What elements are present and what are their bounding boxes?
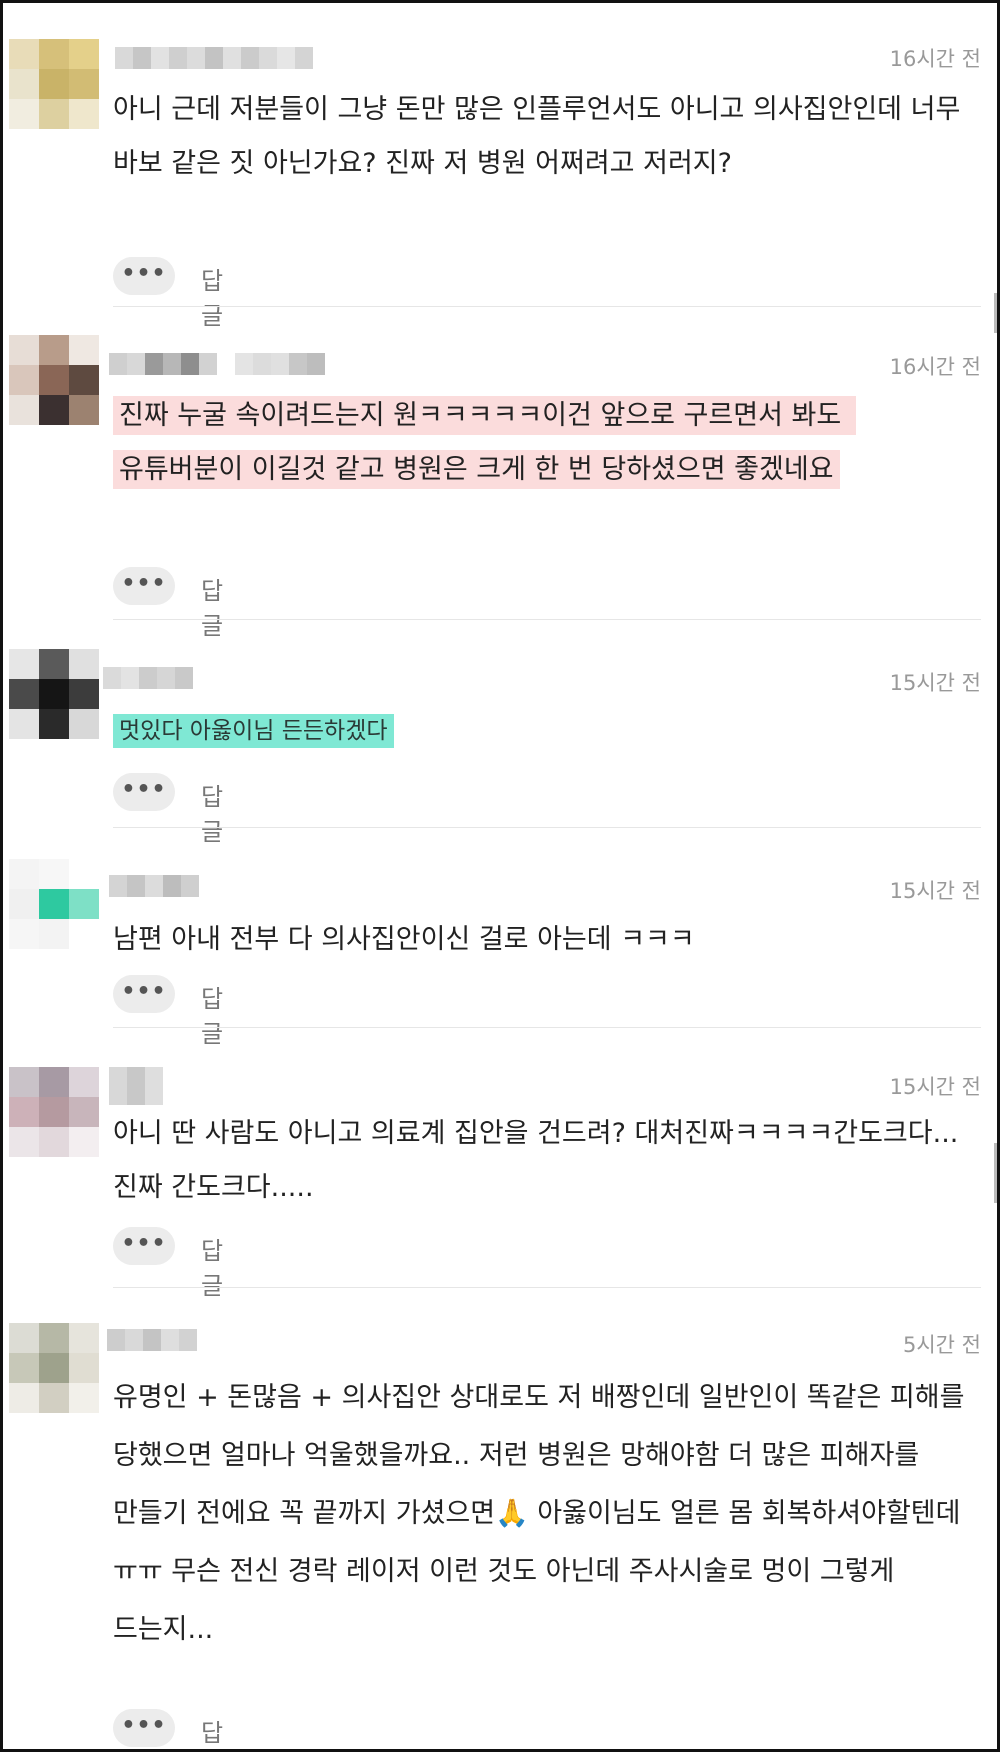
- reply-button[interactable]: 답글: [201, 979, 223, 1049]
- nickname-blurred[interactable]: [109, 875, 199, 897]
- comment-time: 15시간 전: [889, 1075, 981, 1099]
- comment-text: 아니 근데 저분들이 그냥 돈만 많은 인플루언서도 아니고 의사집안인데 너무…: [113, 94, 969, 179]
- more-options-button[interactable]: •••: [113, 567, 175, 605]
- avatar[interactable]: [9, 859, 99, 949]
- avatar[interactable]: [9, 649, 99, 739]
- comment-text: 진짜 누굴 속이려드는지 원ㅋㅋㅋㅋㅋ이건 앞으로 구르면서 봐도 유튜버분이 …: [113, 389, 973, 497]
- more-options-button[interactable]: •••: [113, 257, 175, 295]
- comment-time: 5시간 전: [903, 1333, 981, 1357]
- divider: [113, 1287, 981, 1288]
- comment-list: 16시간 전 아니 근데 저분들이 그냥 돈만 많은 인플루언서도 아니고 의사…: [0, 0, 1000, 1752]
- divider: [113, 1027, 981, 1028]
- nickname-blurred[interactable]: [109, 1067, 179, 1105]
- more-options-button[interactable]: •••: [113, 773, 175, 811]
- reply-button[interactable]: 답글: [201, 777, 223, 847]
- comment-text: 남편 아내 전부 다 의사집안이신 걸로 아는데 ㅋㅋㅋ: [113, 924, 695, 955]
- reply-button[interactable]: 답글: [201, 1231, 223, 1301]
- reply-button[interactable]: 답글: [201, 261, 223, 331]
- highlighted-comment-text: 진짜 누굴 속이려드는지 원ㅋㅋㅋㅋㅋ이건 앞으로 구르면서 봐도 유튜버분이 …: [113, 396, 856, 489]
- more-options-button[interactable]: •••: [113, 1709, 175, 1747]
- highlighted-comment-text: 멋있다 아옳이님 든든하겠다: [113, 714, 394, 748]
- comment-time: 16시간 전: [889, 47, 981, 71]
- comment-text: 아니 딴 사람도 아니고 의료계 집안을 건드려? 대처진짜ㅋㅋㅋㅋ간도크다..…: [113, 1118, 959, 1203]
- scrollbar-thumb[interactable]: [994, 1143, 997, 1203]
- more-options-button[interactable]: •••: [113, 975, 175, 1013]
- more-options-button[interactable]: •••: [113, 1227, 175, 1265]
- nickname-blurred[interactable]: [109, 353, 349, 375]
- comment-time: 16시간 전: [889, 355, 981, 379]
- divider: [113, 619, 981, 620]
- avatar[interactable]: [9, 1323, 99, 1413]
- divider: [113, 827, 981, 828]
- avatar[interactable]: [9, 1067, 99, 1157]
- divider: [113, 306, 981, 307]
- comment-time: 15시간 전: [889, 671, 981, 695]
- nickname-blurred[interactable]: [107, 1329, 197, 1351]
- comment-text: 멋있다 아옳이님 든든하겠다: [113, 709, 973, 752]
- scrollbar-thumb[interactable]: [994, 293, 997, 333]
- avatar[interactable]: [9, 39, 99, 129]
- comment-text: 유명인 + 돈많음 + 의사집안 상대로도 저 배짱인데 일반인이 똑같은 피해…: [113, 1382, 974, 1645]
- nickname-blurred[interactable]: [103, 667, 213, 689]
- reply-button[interactable]: 답글: [201, 1713, 223, 1749]
- reply-button[interactable]: 답글: [201, 571, 223, 641]
- nickname-blurred[interactable]: [115, 47, 335, 69]
- avatar[interactable]: [9, 335, 99, 425]
- comment-time: 15시간 전: [889, 879, 981, 903]
